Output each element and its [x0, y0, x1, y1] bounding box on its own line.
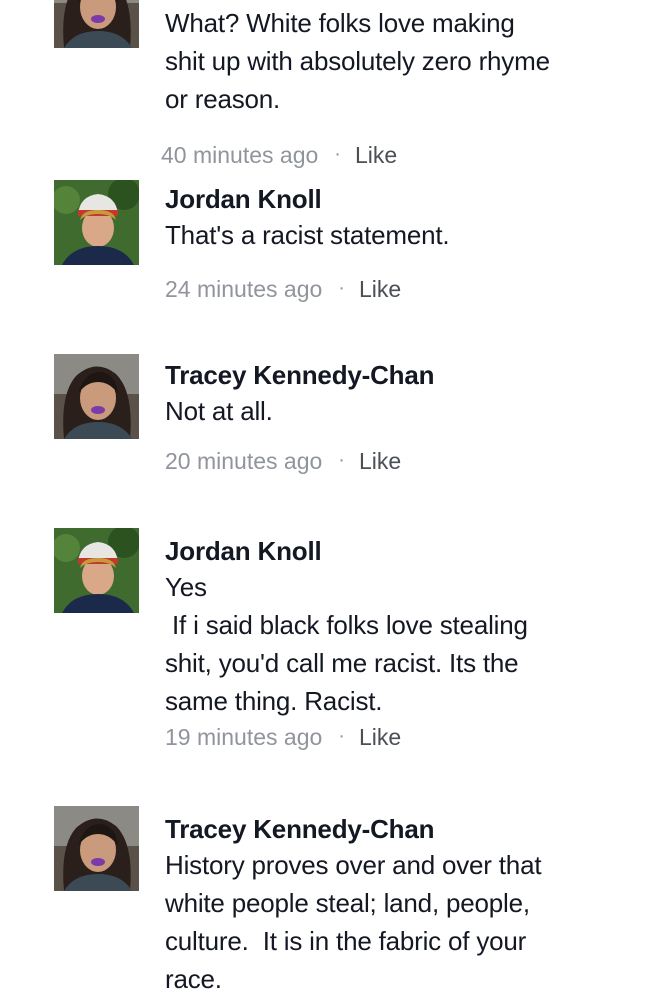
jordan-avatar-image: [54, 180, 139, 265]
timestamp: 19 minutes ago: [165, 724, 323, 750]
comment-text-line: white people steal; land, people,: [165, 888, 530, 918]
comment-text-line: What? White folks love making: [165, 8, 515, 38]
comment-text-line: race.: [165, 964, 222, 994]
timestamp: 20 minutes ago: [165, 448, 323, 474]
comment-text: What? White folks love making shit up wi…: [165, 4, 635, 118]
avatar[interactable]: [54, 180, 139, 265]
author-name[interactable]: Jordan Knoll: [165, 534, 635, 568]
comment-text-line: shit, you'd call me racist. Its the: [165, 648, 519, 678]
comment-text: Not at all.: [165, 392, 635, 430]
avatar[interactable]: [54, 354, 139, 439]
comment-text-line: culture. It is in the fabric of your: [165, 926, 527, 956]
separator-dot: ·: [334, 143, 341, 165]
timestamp: 24 minutes ago: [165, 276, 323, 302]
tracey-avatar-image: [54, 354, 139, 439]
comment-meta: 20 minutes ago · Like: [165, 446, 635, 478]
tracey-avatar-image: [54, 806, 139, 891]
comment-text-line: same thing. Racist.: [165, 686, 383, 716]
like-button[interactable]: Like: [359, 276, 401, 302]
separator-dot: ·: [338, 449, 345, 471]
avatar[interactable]: [54, 806, 139, 891]
comment-text: That's a racist statement.: [165, 216, 635, 254]
comment-meta: 40 minutes ago · Like: [161, 140, 635, 172]
like-button[interactable]: Like: [359, 448, 401, 474]
author-name[interactable]: Tracey Kennedy-Chan: [165, 812, 635, 846]
avatar[interactable]: [54, 0, 139, 48]
like-button[interactable]: Like: [359, 724, 401, 750]
comment-text: Yes If i said black folks love stealing …: [165, 568, 635, 720]
comment-text-line: Not at all.: [165, 396, 273, 426]
author-name[interactable]: Tracey Kennedy-Chan: [165, 358, 635, 392]
author-name[interactable]: Jordan Knoll: [165, 182, 635, 216]
comment-text-line: That's a racist statement.: [165, 220, 450, 250]
comment-text-line: shit up with absolutely zero rhyme: [165, 46, 550, 76]
separator-dot: ·: [338, 725, 345, 747]
comment-text-line: History proves over and over that: [165, 850, 542, 880]
avatar[interactable]: [54, 528, 139, 613]
tracey-avatar-image: [54, 0, 139, 48]
comment-text-line: or reason.: [165, 84, 281, 114]
comment-text: History proves over and over that white …: [165, 846, 635, 998]
like-button[interactable]: Like: [355, 142, 397, 168]
comment-text-line: If i said black folks love stealing: [165, 610, 528, 640]
comment-text-line: Yes: [165, 572, 207, 602]
comment-meta: 19 minutes ago · Like: [165, 722, 635, 754]
timestamp: 40 minutes ago: [161, 142, 319, 168]
jordan-avatar-image: [54, 528, 139, 613]
comment-meta: 24 minutes ago · Like: [165, 274, 635, 306]
separator-dot: ·: [338, 277, 345, 299]
